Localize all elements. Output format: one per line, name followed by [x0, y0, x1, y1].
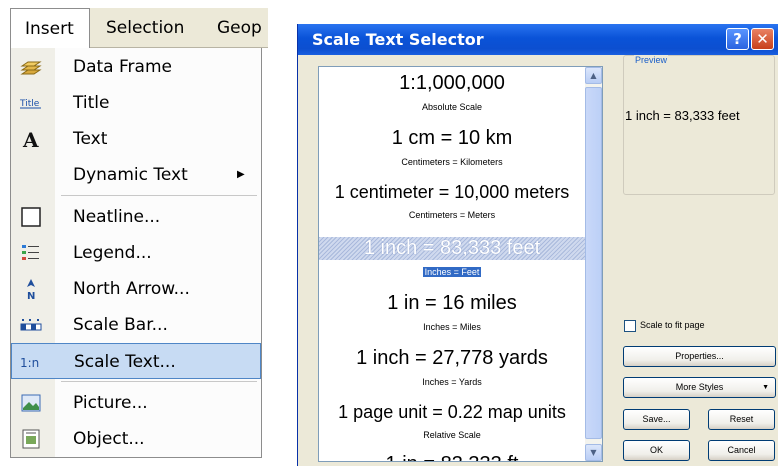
- ok-button[interactable]: OK: [623, 440, 690, 461]
- menu-item-label: North Arrow...: [73, 279, 190, 299]
- menu-item-label: Legend...: [73, 243, 152, 263]
- style-name: Centimeters = Kilometers: [401, 157, 503, 167]
- menu-item-neatline[interactable]: Neatline...: [11, 199, 261, 235]
- style-name: Inches = Yards: [422, 377, 482, 387]
- style-name: Centimeters = Meters: [408, 210, 496, 220]
- list-item[interactable]: 1 inch = 27,778 yards Inches = Yards: [319, 347, 585, 389]
- menu-item-title[interactable]: Title Title: [11, 85, 261, 121]
- scale-text-selector-dialog: Scale Text Selector ? ✕ 1:1,000,000 Abso…: [297, 24, 778, 466]
- menu-item-text[interactable]: A Text: [11, 121, 261, 157]
- data-frame-icon: [19, 55, 43, 79]
- svg-text:1:n: 1:n: [20, 356, 39, 370]
- insert-menu: Insert Selection Geop Data Frame Title T…: [10, 8, 268, 458]
- menu-item-label: Title: [73, 93, 110, 113]
- north-arrow-icon: N: [19, 277, 43, 302]
- dialog-title: Scale Text Selector: [312, 30, 484, 49]
- style-name: Absolute Scale: [421, 102, 483, 112]
- menu-item-data-frame[interactable]: Data Frame: [11, 49, 261, 85]
- cancel-button[interactable]: Cancel: [708, 440, 775, 461]
- scale-to-fit-checkbox[interactable]: [624, 320, 636, 332]
- menu-item-label: Data Frame: [73, 57, 172, 77]
- list-scrollbar[interactable]: ▲ ▼: [585, 67, 602, 461]
- list-item[interactable]: 1 page unit = 0.22 map units Relative Sc…: [319, 402, 585, 442]
- style-sample: 1 in = 16 miles: [387, 292, 517, 314]
- menu-item-dynamic-text[interactable]: Dynamic Text ▶: [11, 157, 261, 193]
- scroll-down-icon[interactable]: ▼: [585, 444, 602, 461]
- neatline-icon: [19, 205, 43, 229]
- list-item[interactable]: 1 centimeter = 10,000 meters Centimeters…: [319, 182, 585, 222]
- style-sample: 1 inch = 27,778 yards: [356, 347, 548, 369]
- object-icon: [19, 427, 43, 451]
- submenu-arrow-icon: ▶: [237, 169, 245, 180]
- close-icon[interactable]: ✕: [751, 28, 774, 50]
- scroll-up-icon[interactable]: ▲: [585, 67, 602, 84]
- style-name: Inches = Miles: [423, 322, 481, 332]
- style-sample: 1 in = 83,333 ft: [319, 453, 585, 461]
- style-name: Relative Scale: [423, 430, 481, 440]
- scale-to-fit-label: Scale to fit page: [640, 320, 705, 330]
- preview-label: Preview: [634, 55, 669, 65]
- scale-text-style-list[interactable]: 1:1,000,000 Absolute Scale 1 cm = 10 km …: [318, 66, 603, 462]
- menu-item-label: Scale Text...: [74, 352, 176, 372]
- scrollbar-thumb[interactable]: [585, 87, 602, 439]
- menu-bar: Insert Selection Geop: [10, 8, 268, 49]
- svg-text:N: N: [27, 291, 35, 301]
- menu-item-legend[interactable]: Legend...: [11, 235, 261, 271]
- text-icon: A: [19, 127, 43, 152]
- menubar-selection[interactable]: Selection: [106, 8, 184, 48]
- menu-item-label: Scale Bar...: [73, 315, 168, 335]
- properties-button[interactable]: Properties...: [623, 346, 776, 367]
- list-item[interactable]: 1 in = 83,333 ft: [319, 453, 585, 461]
- menu-item-label: Neatline...: [73, 207, 161, 227]
- menu-item-picture[interactable]: Picture...: [11, 385, 261, 421]
- style-sample: 1:1,000,000: [399, 72, 505, 94]
- scale-bar-icon: [19, 313, 43, 337]
- list-item-selected[interactable]: 1 inch = 83,333 feet Inches = Feet: [319, 237, 585, 279]
- menu-item-object[interactable]: Object...: [11, 421, 261, 457]
- title-icon: Title: [19, 91, 43, 115]
- list-item[interactable]: 1 cm = 10 km Centimeters = Kilometers: [319, 127, 585, 169]
- menu-item-label: Picture...: [73, 393, 148, 413]
- style-list-content: 1:1,000,000 Absolute Scale 1 cm = 10 km …: [319, 67, 585, 461]
- preview-group: Preview 1 inch = 83,333 feet: [623, 55, 775, 195]
- more-styles-button[interactable]: More Styles ▼: [623, 377, 776, 398]
- menu-item-label: Text: [73, 129, 108, 149]
- insert-dropdown: Data Frame Title Title A Text Dynamic Te…: [10, 48, 262, 458]
- save-button[interactable]: Save...: [623, 409, 690, 430]
- menu-separator: [61, 381, 257, 382]
- legend-icon: [19, 241, 43, 265]
- menu-item-scale-bar[interactable]: Scale Bar...: [11, 307, 261, 343]
- menu-item-label: Dynamic Text: [73, 165, 188, 185]
- style-name: Inches = Feet: [422, 267, 482, 277]
- style-sample: 1 page unit = 0.22 map units: [338, 402, 566, 422]
- preview-text: 1 inch = 83,333 feet: [625, 108, 740, 123]
- style-sample: 1 centimeter = 10,000 meters: [334, 182, 570, 202]
- reset-button[interactable]: Reset: [708, 409, 775, 430]
- picture-icon: [19, 391, 43, 415]
- menu-item-north-arrow[interactable]: N North Arrow...: [11, 271, 261, 307]
- more-styles-label: More Styles: [675, 382, 724, 392]
- menubar-insert[interactable]: Insert: [10, 8, 90, 49]
- menubar-geoprocessing[interactable]: Geop: [217, 8, 262, 48]
- list-item[interactable]: 1:1,000,000 Absolute Scale: [319, 72, 585, 114]
- menu-item-label: Object...: [73, 429, 145, 449]
- scale-text-icon: 1:n: [20, 350, 44, 374]
- menu-item-scale-text[interactable]: 1:n Scale Text...: [11, 343, 261, 379]
- dialog-titlebar[interactable]: Scale Text Selector ? ✕: [298, 24, 778, 55]
- style-sample: 1 inch = 83,333 feet: [319, 237, 585, 260]
- style-sample: 1 cm = 10 km: [391, 127, 513, 149]
- svg-text:A: A: [22, 128, 39, 151]
- help-icon[interactable]: ?: [726, 28, 749, 50]
- list-item[interactable]: 1 in = 16 miles Inches = Miles: [319, 292, 585, 334]
- dropdown-arrow-icon: ▼: [762, 384, 769, 391]
- menu-separator: [61, 195, 257, 196]
